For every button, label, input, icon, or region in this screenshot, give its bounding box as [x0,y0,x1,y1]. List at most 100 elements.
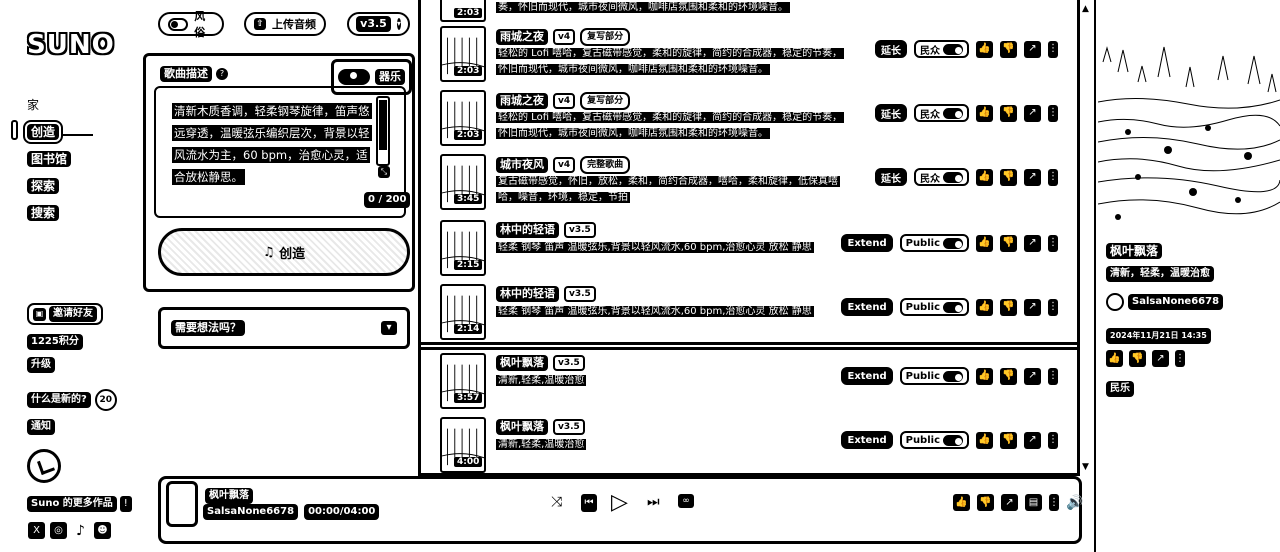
like-icon[interactable]: 👍 [976,168,993,186]
scroll-up-icon[interactable]: ▲ [1082,4,1089,14]
like-icon[interactable]: 👍 [976,367,993,385]
song-row[interactable]: 2:15 林中的轻语 v3.5 轻柔 钢琴 笛声 温暖弦乐,背景以轻风流水,60… [430,216,1070,280]
extend-button[interactable]: Extend [841,431,893,449]
nav-home[interactable]: 家 [27,96,39,113]
visibility-toggle[interactable]: 民众 [914,168,969,186]
more-icon[interactable]: ⋮ [1048,367,1058,385]
scroll-thumb[interactable] [379,100,387,150]
song-list-scrollbar[interactable]: ▲ ▼ [1078,0,1092,476]
song-title[interactable]: 雨城之夜 [496,93,548,109]
visibility-switch[interactable] [943,237,963,249]
like-icon[interactable]: 👍 [976,431,993,449]
tiktok-icon[interactable]: ♪ [72,522,89,539]
visibility-switch[interactable] [943,370,963,382]
dislike-icon[interactable]: 👎 [1000,104,1017,122]
share-icon[interactable]: ↗ [1024,104,1041,122]
dislike-icon[interactable]: 👎 [1000,168,1017,186]
visibility-toggle[interactable]: Public [899,431,969,449]
textarea-scrollbar[interactable] [372,96,398,166]
detail-user[interactable]: SalsaNone6678 [1106,293,1224,311]
like-icon[interactable]: 👍 [976,234,993,252]
more-icon[interactable]: ⋮ [1048,168,1058,186]
share-icon[interactable]: ↗ [1024,168,1041,186]
more-works-link[interactable]: Suno 的更多作品 [27,496,117,512]
more-works-info-icon[interactable]: ! [119,496,132,512]
nav-search[interactable]: 搜索 [27,205,60,221]
scroll-down-icon[interactable]: ▼ [1082,462,1089,472]
song-thumbnail[interactable]: 2:14 [440,284,486,340]
shuffle-icon[interactable]: ⤨ [551,494,562,510]
like-icon[interactable]: 👍 [976,40,993,58]
extend-button[interactable]: 延长 [875,104,907,122]
nav-create[interactable]: 创造 [22,120,64,144]
dislike-icon[interactable]: 👎 [1000,234,1017,252]
share-icon[interactable]: ↗ [1024,234,1041,252]
player-thumbnail[interactable] [166,481,198,527]
song-row[interactable]: 3:57 枫叶飘落 v3.5 清新,轻柔,温暖治愈 Extend Public … [430,349,1070,413]
extend-button[interactable]: Extend [841,234,893,252]
visibility-toggle[interactable]: 民众 [914,104,969,122]
like-icon[interactable]: 👍 [976,298,993,316]
visibility-toggle[interactable]: 民众 [914,40,969,58]
song-row[interactable]: 2:03 雨城之夜 v4 复写部分 轻松的 Lofi 嘻哈，复古磁带感觉，柔和的… [430,22,1070,86]
visibility-switch[interactable] [943,434,963,446]
volume-icon[interactable]: 🔊 [1066,495,1083,511]
visibility-switch[interactable] [943,171,963,183]
dislike-icon[interactable]: 👎 [1000,367,1017,385]
song-thumbnail[interactable]: 3:45 [440,154,486,210]
invite-friends-button[interactable]: ▣ 邀请好友 [27,303,103,325]
playlist-icon[interactable]: ▤ [1025,494,1042,511]
create-button[interactable]: ♫ 创造 [158,228,410,276]
extend-button[interactable]: Extend [841,298,893,316]
visibility-toggle[interactable]: Public [899,367,969,385]
more-icon[interactable]: ⋮ [1048,40,1058,58]
dislike-icon[interactable]: 👎 [977,494,994,511]
suno-logo[interactable]: SUNO [27,30,115,60]
song-row[interactable]: 4:00 枫叶飘落 v3.5 清新,轻柔,温暖治愈 Extend Public … [430,413,1070,477]
dislike-icon[interactable]: 👎 [1000,431,1017,449]
previous-icon[interactable]: ⏮ [581,494,597,512]
song-row[interactable]: 2:03 雨城之夜 v4 复写部分 轻松的 Lofi 嘻哈，复古磁带感觉，柔和的… [430,86,1070,150]
song-row[interactable]: 3:45 城市夜风 v4 完整歌曲 复古磁带感觉，怀旧，放松，柔和，简约合成器，… [430,150,1070,214]
extend-button[interactable]: Extend [841,367,893,385]
style-toggle-switch[interactable] [168,17,189,31]
more-icon[interactable]: ⋮ [1049,494,1059,511]
share-icon[interactable]: ↗ [1024,298,1041,316]
more-icon[interactable]: ⋮ [1175,350,1185,367]
song-thumbnail[interactable]: 2:15 [440,220,486,276]
share-icon[interactable]: ↗ [1024,40,1041,58]
style-toggle[interactable]: 风俗 [158,10,224,39]
visibility-switch[interactable] [943,43,963,55]
more-icon[interactable]: ⋮ [1048,234,1058,252]
discord-icon[interactable]: ☻ [94,522,111,539]
song-title[interactable]: 林中的轻语 [496,222,559,238]
help-icon[interactable]: ? [216,68,228,80]
visibility-toggle[interactable]: Public [899,298,969,316]
song-thumbnail[interactable]: 2:03 [440,26,486,82]
song-title[interactable]: 林中的轻语 [496,286,559,302]
extend-button[interactable]: 延长 [875,168,907,186]
visibility-switch[interactable] [943,107,963,119]
notifications-link[interactable]: 通知 [27,419,55,435]
more-icon[interactable]: ⋮ [1048,431,1058,449]
like-icon[interactable]: 👍 [976,104,993,122]
repeat-icon[interactable]: ∞ [678,494,694,508]
upgrade-link[interactable]: 升级 [27,357,55,373]
share-icon[interactable]: ↗ [1024,431,1041,449]
song-thumbnail[interactable]: 2:03 [440,0,486,22]
song-title[interactable]: 雨城之夜 [496,29,548,45]
visibility-toggle[interactable]: Public [899,234,969,252]
instrumental-switch[interactable] [338,69,370,85]
dislike-icon[interactable]: 👎 [1000,40,1017,58]
x-icon[interactable]: X [28,522,45,539]
player-artist[interactable]: SalsaNone6678 [203,504,299,520]
extend-button[interactable]: 延长 [875,40,907,58]
nav-library[interactable]: 图书馆 [27,151,72,167]
share-icon[interactable]: ↗ [1001,494,1018,511]
version-select[interactable]: v3.5 ▾ [347,12,410,36]
song-thumbnail[interactable]: 4:00 [440,417,486,473]
share-icon[interactable]: ↗ [1152,350,1169,367]
like-icon[interactable]: 👍 [953,494,970,511]
like-icon[interactable]: 👍 [1106,350,1123,367]
song-title[interactable]: 城市夜风 [496,157,548,173]
